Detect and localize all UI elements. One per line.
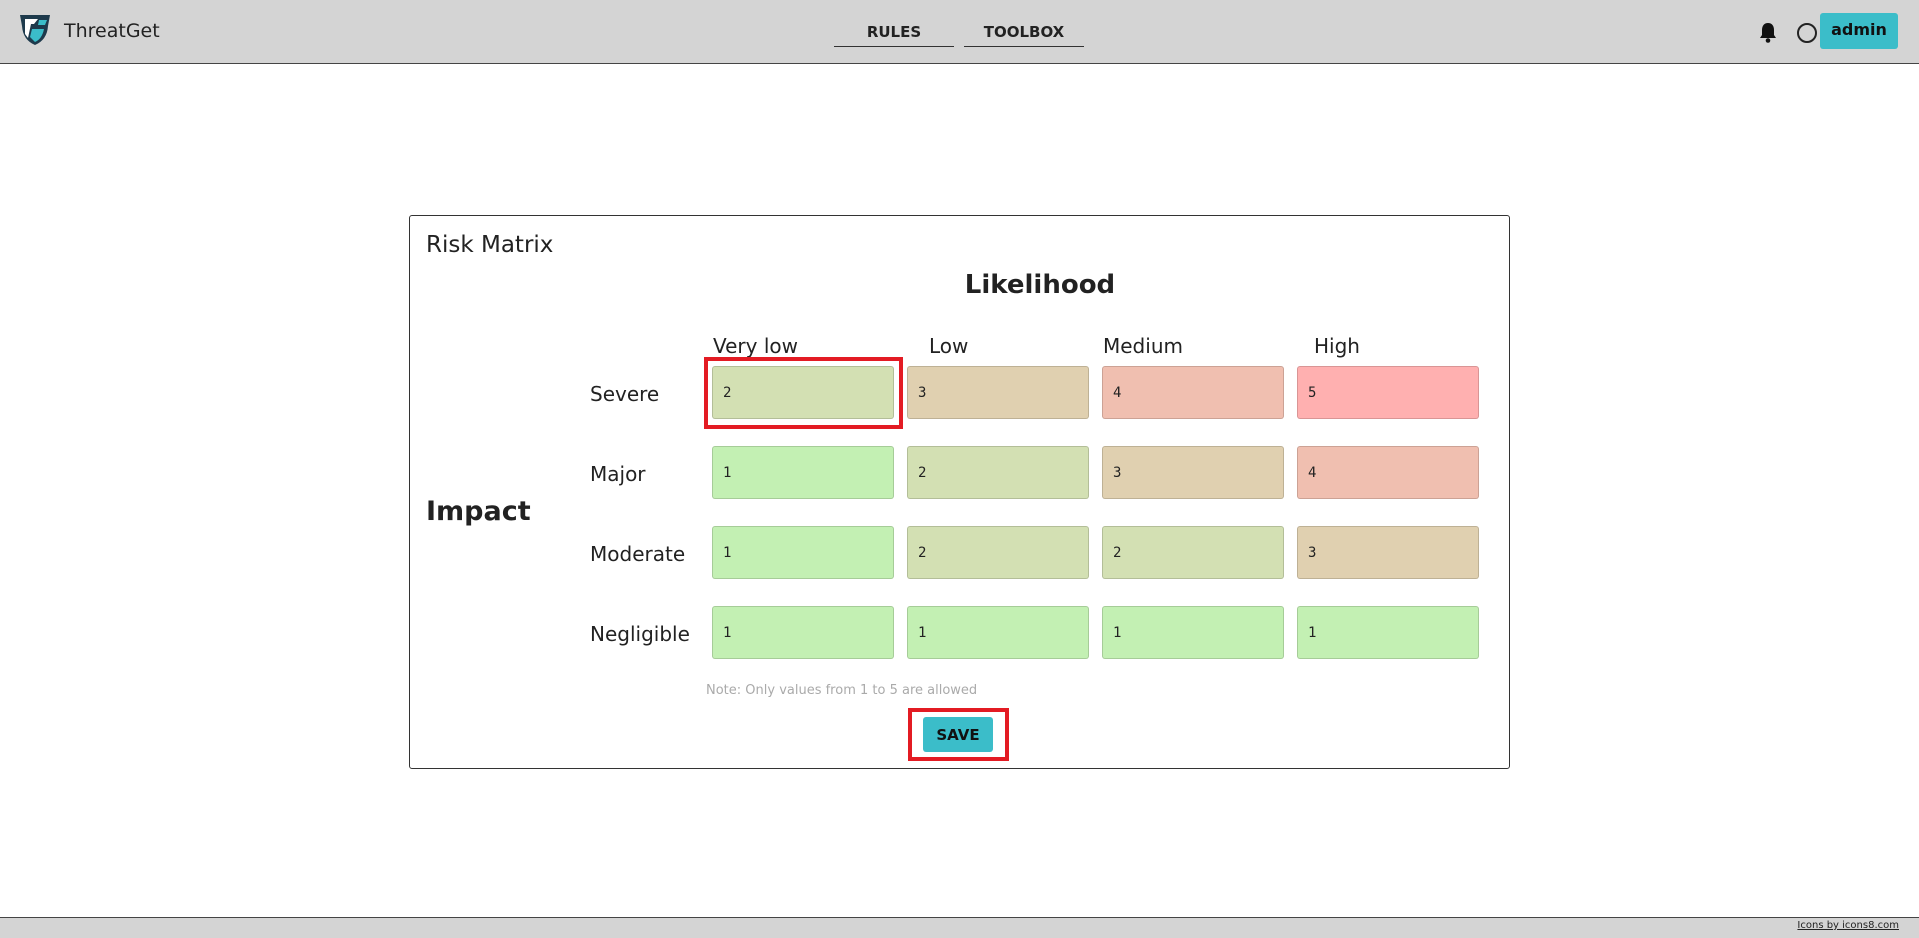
impact-heading: Impact [426,496,531,527]
card-title: Risk Matrix [426,232,554,258]
brand[interactable]: ThreatGet [18,13,160,49]
matrix-cell-major-high[interactable] [1297,446,1479,499]
matrix-cell-negligible-low[interactable] [907,606,1089,659]
app-name: ThreatGet [64,20,160,42]
input-note: Note: Only values from 1 to 5 are allowe… [706,683,978,698]
matrix-cell-severe-low[interactable] [907,366,1089,419]
matrix-cell-severe-very-low[interactable] [712,366,894,419]
matrix-cell-major-medium[interactable] [1102,446,1284,499]
row-label-severe: Severe [590,382,660,406]
likelihood-heading: Likelihood [964,270,1116,300]
matrix-cell-major-low[interactable] [907,446,1089,499]
top-navbar: ThreatGet RULES TOOLBOX admin [0,0,1919,64]
matrix-cell-moderate-very-low[interactable] [712,526,894,579]
matrix-cell-negligible-high[interactable] [1297,606,1479,659]
save-button[interactable]: SAVE [923,717,993,752]
matrix-cell-moderate-high[interactable] [1297,526,1479,579]
footer-bar: Icons by icons8.com [0,917,1919,938]
icons8-credit-link[interactable]: Icons by icons8.com [1797,920,1899,931]
risk-matrix-card: Risk Matrix Likelihood Impact Very low L… [409,215,1510,769]
status-circle-icon[interactable] [1797,23,1817,43]
column-label-medium: Medium [1103,334,1183,358]
user-menu-button[interactable]: admin [1820,13,1898,49]
row-label-major: Major [590,462,646,486]
matrix-cell-severe-high[interactable] [1297,366,1479,419]
matrix-cell-moderate-medium[interactable] [1102,526,1284,579]
row-label-moderate: Moderate [590,542,686,566]
threatget-logo-icon [18,12,52,50]
column-label-low: Low [929,334,969,358]
bell-icon[interactable] [1758,21,1778,43]
column-label-very-low: Very low [713,334,798,358]
tab-rules[interactable]: RULES [834,20,954,47]
row-label-negligible: Negligible [590,622,690,646]
column-label-high: High [1314,334,1360,358]
matrix-cell-severe-medium[interactable] [1102,366,1284,419]
matrix-cell-moderate-low[interactable] [907,526,1089,579]
matrix-cell-major-very-low[interactable] [712,446,894,499]
matrix-cell-negligible-medium[interactable] [1102,606,1284,659]
matrix-cell-negligible-very-low[interactable] [712,606,894,659]
tab-toolbox[interactable]: TOOLBOX [964,20,1084,47]
